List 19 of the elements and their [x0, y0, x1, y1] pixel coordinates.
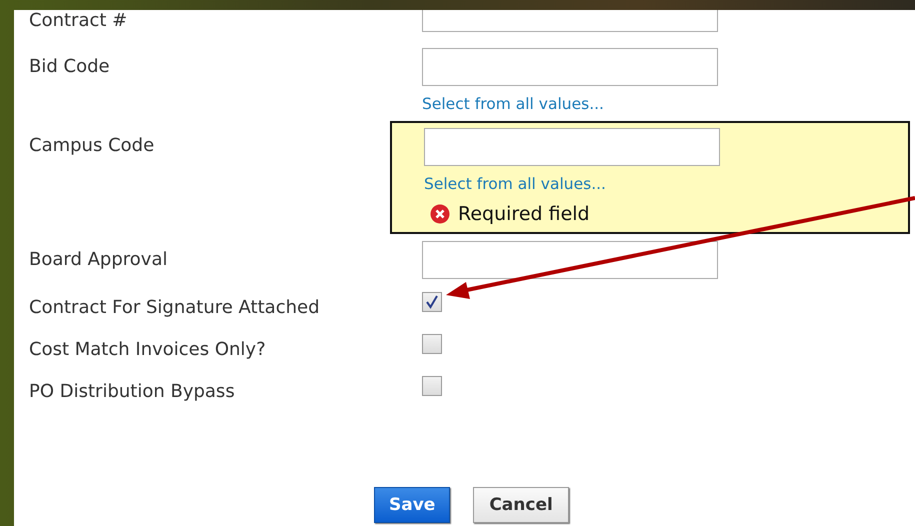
- field-label: Bid Code: [29, 55, 111, 79]
- error-icon: [430, 204, 450, 224]
- field-label: Contract For Signature Attached: [29, 296, 321, 320]
- field-label: Board Approval: [29, 248, 168, 272]
- cancel-button[interactable]: Cancel: [473, 487, 569, 523]
- select-values-link[interactable]: Select from all values...: [424, 174, 606, 194]
- field-label: Campus Code: [29, 134, 156, 158]
- select-values-link[interactable]: Select from all values...: [422, 94, 604, 114]
- input-field[interactable]: [424, 128, 720, 166]
- input-field[interactable]: [422, 241, 718, 279]
- field-label: PO Distribution Bypass: [29, 380, 236, 404]
- error-message: Required field: [458, 202, 590, 226]
- save-button[interactable]: Save: [374, 487, 450, 523]
- input-field[interactable]: [422, 48, 718, 86]
- checkbox[interactable]: [422, 334, 442, 354]
- field-label: Cost Match Invoices Only?: [29, 338, 267, 362]
- field-label: Contract #: [29, 10, 128, 33]
- checkbox[interactable]: [422, 292, 442, 312]
- checkbox[interactable]: [422, 376, 442, 396]
